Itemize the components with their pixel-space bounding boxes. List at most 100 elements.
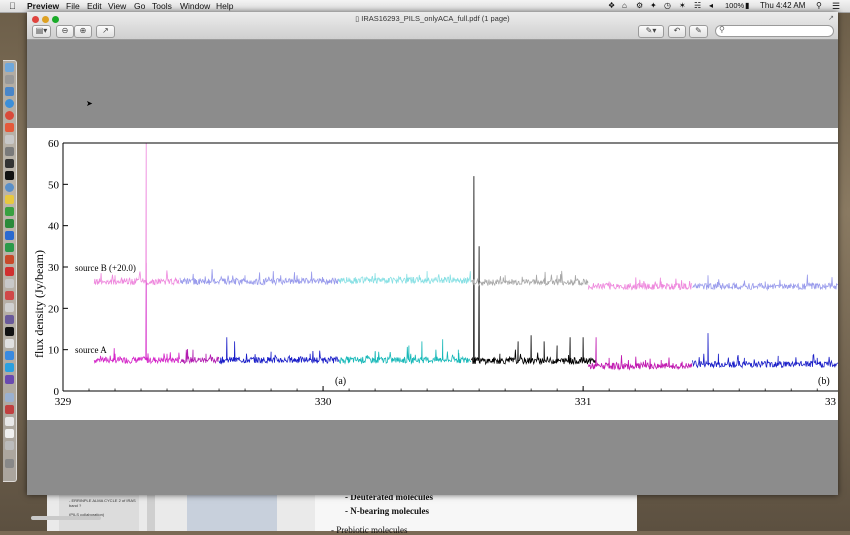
window-title: ▯ IRAS16293_PILS_onlyACA_full.pdf (1 pag… [27,14,838,23]
trash-icon[interactable] [5,459,14,468]
background-divider [147,490,155,531]
acrobat-icon[interactable] [5,267,14,276]
battery-icon[interactable]: ▮ [745,0,749,12]
menu-view[interactable]: View [108,0,126,12]
series-line-1 [179,348,220,365]
system-preferences-icon[interactable] [5,147,14,156]
background-sidebar: - ERRINPLE ALMA CYCLE 2 of IRAS band ? (… [59,490,139,531]
x-tick-label: 331 [575,396,592,408]
excel-icon[interactable] [5,243,14,252]
zoom-out-icon: ⊖ [61,26,69,35]
bluetooth-icon[interactable]: ✶ [679,0,686,12]
zoom-in-icon: ⊕ [79,26,87,35]
background-text-line: - Prebiotic molecules [331,525,408,535]
menu-help[interactable]: Help [216,0,233,12]
dock [3,60,17,482]
downloads-folder-icon[interactable] [5,393,14,402]
series-line-4 [470,176,597,366]
terminal-icon[interactable] [5,171,14,180]
stack-icon[interactable] [5,405,14,414]
skype-icon[interactable] [5,363,14,372]
y-tick-label: 50 [48,179,60,191]
panel-a-label: (a) [335,376,346,387]
series-line-10 [470,270,589,287]
markup-pen-button[interactable]: ✎▾ [638,25,664,38]
y-tick-label: 10 [48,345,60,357]
safari-icon[interactable] [5,99,14,108]
launchpad-icon[interactable] [5,75,14,84]
globe-icon[interactable] [5,183,14,192]
search-field[interactable]: ⚲ [715,25,834,37]
home-icon[interactable]: ⌂ [622,0,627,12]
powerpoint-icon[interactable] [5,255,14,264]
preview-window: ▯ IRAS16293_PILS_onlyACA_full.pdf (1 pag… [27,12,838,520]
series-line-2 [218,337,339,365]
menu-go[interactable]: Go [134,0,145,12]
textedit-icon[interactable] [5,279,14,288]
app-icon-white[interactable] [5,303,14,312]
zoom-out-button[interactable]: ⊖ [56,25,74,38]
activity-monitor-icon[interactable] [5,327,14,336]
zoom-in-button[interactable]: ⊕ [74,25,92,38]
apple-menu-icon[interactable]:  [9,0,16,12]
wand-icon[interactable]: ✦ [650,0,657,12]
calendar-icon[interactable] [5,123,14,132]
app-store-icon[interactable] [5,351,14,360]
series-line-11 [587,277,693,291]
pdf-page[interactable]: 0 10 20 30 40 50 60 329 330 331 33 flux density (J… [27,128,838,420]
viber-icon[interactable] [5,375,14,384]
finder-icon[interactable] [5,63,14,72]
window-title-text: IRAS16293_PILS_onlyACA_full.pdf (1 page) [361,14,510,23]
app-icon-purple[interactable] [5,315,14,324]
facetime-icon[interactable] [5,219,14,228]
chrome-icon[interactable] [5,111,14,120]
gear-icon[interactable]: ⚙ [636,0,643,12]
preview-icon[interactable] [5,135,14,144]
x11-icon[interactable] [5,159,14,168]
document-stack-icon[interactable] [5,417,14,426]
horizontal-scrollbar[interactable] [31,516,101,520]
menu-window[interactable]: Window [180,0,210,12]
document-viewer[interactable]: ➤ 0 10 20 30 40 50 60 329 330 331 33 flux density … [27,40,838,520]
volume-icon[interactable]: ◂ [709,0,713,12]
fullscreen-icon[interactable]: ↗ [828,14,834,22]
dropbox-icon[interactable]: ❖ [608,0,615,12]
series-line-12 [692,274,838,292]
series-line-8 [179,269,339,287]
menu-edit[interactable]: Edit [87,0,102,12]
series-line-9 [338,271,472,285]
mail-icon[interactable] [5,87,14,96]
source-b-label: source B (+20.0) [75,263,136,273]
rotate-button[interactable]: ↶ [668,25,686,38]
y-tick-label: 60 [48,138,60,150]
document-icon[interactable] [5,429,14,438]
edit-toolbox-icon: ✎ [695,26,702,35]
series-line-6 [692,333,838,369]
series-layer [93,142,838,371]
maps-icon[interactable] [5,207,14,216]
x-tick-label: 329 [55,396,72,408]
y-axis-label: flux density (Jy/beam) [32,250,46,358]
clock-icon[interactable]: ◷ [664,0,671,12]
notification-center-icon[interactable]: ☰ [832,0,840,12]
notes-icon[interactable] [5,195,14,204]
wifi-icon[interactable]: ☵ [694,0,701,12]
mouse-cursor-icon: ➤ [86,99,93,108]
app-icon-red[interactable] [5,291,14,300]
app-icon-light[interactable] [5,339,14,348]
background-panel [187,490,277,531]
sidebar-toggle-button[interactable]: ▤▾ [32,25,51,38]
series-line-5 [587,337,693,371]
word-icon[interactable] [5,231,14,240]
app-icon-gray[interactable] [5,441,14,450]
menu-tools[interactable]: Tools [152,0,172,12]
menu-clock[interactable]: Thu 4:42 AM [760,0,805,12]
spotlight-search-icon[interactable]: ⚲ [816,0,822,12]
edit-toolbar-button[interactable]: ✎ [689,25,708,38]
menu-file[interactable]: File [66,0,80,12]
share-icon: ↗ [102,26,109,35]
background-page: - Deuterated molecules - N-bearing molec… [315,490,637,535]
background-sidebar-line: - ERRINPLE ALMA CYCLE 2 of IRAS band ? [69,498,136,508]
share-button[interactable]: ↗ [96,25,115,38]
menu-app-name[interactable]: Preview [27,0,59,12]
